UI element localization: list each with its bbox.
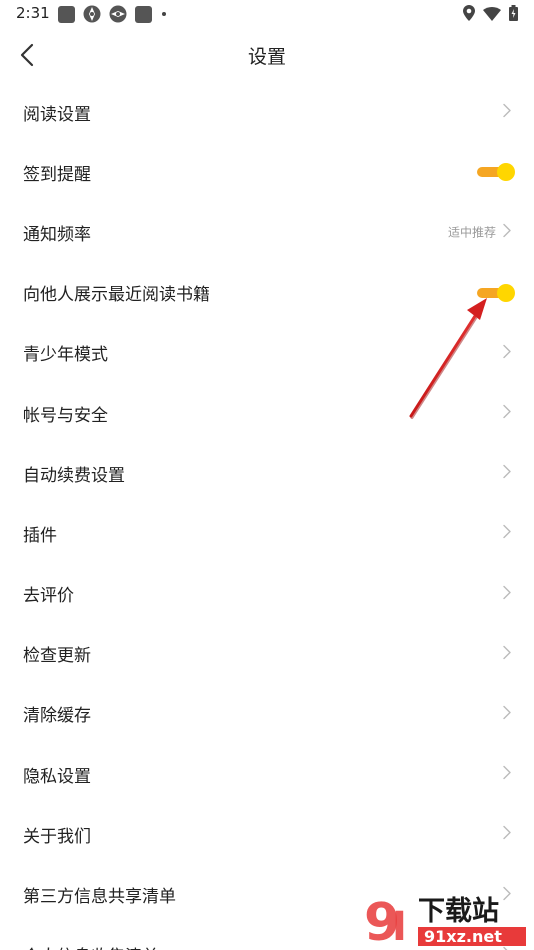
watermark-domain: 91xz.net <box>424 927 502 946</box>
settings-row-label: 签到提醒 <box>23 164 91 185</box>
toggle-knob <box>497 283 515 302</box>
settings-row-label: 青少年模式 <box>23 345 108 366</box>
chevron-right-icon <box>503 464 511 483</box>
svg-text:I: I <box>392 904 407 948</box>
chevron-right-icon <box>503 825 511 844</box>
aperture-icon <box>109 5 127 23</box>
settings-row[interactable]: 去评价 <box>0 564 534 624</box>
chevron-right-icon <box>503 644 511 663</box>
settings-row[interactable]: 通知频率 适中推荐 <box>0 202 534 262</box>
notification-icons <box>58 5 166 23</box>
settings-row-label: 插件 <box>23 525 57 546</box>
settings-row-label: 去评价 <box>23 586 74 607</box>
chevron-right-icon <box>503 584 511 603</box>
settings-screen: 2:31 设置 阅读设置 签到提醒 通知频率 适中推荐 向他人展示最近阅读书籍 … <box>0 0 534 950</box>
toggle-switch[interactable] <box>475 282 515 304</box>
settings-row-label: 通知频率 <box>23 224 91 245</box>
watermark-logo: 9 I 下载站 91xz.net <box>360 890 530 950</box>
settings-row-label: 向他人展示最近阅读书籍 <box>23 285 210 306</box>
page-title: 设置 <box>247 46 286 68</box>
settings-row-label: 帐号与安全 <box>23 405 108 426</box>
settings-row[interactable]: 隐私设置 <box>0 744 534 804</box>
settings-row-value: 适中推荐 <box>447 225 496 240</box>
aperture-icon <box>83 5 101 23</box>
chevron-right-icon <box>503 103 511 122</box>
status-bar: 2:31 <box>0 0 534 28</box>
settings-row[interactable]: 青少年模式 <box>0 323 534 383</box>
settings-row[interactable]: 插件 <box>0 503 534 563</box>
settings-row[interactable]: 自动续费设置 <box>0 443 534 503</box>
settings-row[interactable]: 检查更新 <box>0 624 534 684</box>
chevron-right-icon <box>503 404 511 423</box>
header: 设置 <box>0 28 534 82</box>
settings-row[interactable]: 关于我们 <box>0 804 534 864</box>
settings-row-label: 关于我们 <box>23 826 91 847</box>
settings-row-label: 检查更新 <box>23 646 91 667</box>
chevron-right-icon <box>503 524 511 543</box>
square-icon <box>58 5 75 23</box>
settings-row-label: 阅读设置 <box>23 104 91 125</box>
location-icon <box>463 5 475 25</box>
settings-row-label: 隐私设置 <box>23 766 91 787</box>
dot-icon <box>162 12 166 16</box>
settings-row-label: 自动续费设置 <box>23 465 125 486</box>
system-icons <box>463 5 518 25</box>
toggle-knob <box>497 163 515 182</box>
settings-list: 阅读设置签到提醒通知频率 适中推荐向他人展示最近阅读书籍 青少年模式帐号与安全自动续… <box>0 82 534 950</box>
settings-row-label: 清除缓存 <box>23 706 91 727</box>
toggle-switch[interactable] <box>475 161 515 183</box>
settings-row[interactable]: 向他人展示最近阅读书籍 <box>0 263 534 323</box>
settings-row-label: 个人信息收集清单 <box>23 942 159 950</box>
chevron-right-icon <box>503 223 511 242</box>
settings-row[interactable]: 阅读设置 <box>0 82 534 142</box>
settings-row[interactable]: 签到提醒 <box>0 142 534 202</box>
square-icon <box>135 5 152 23</box>
chevron-right-icon <box>503 343 511 362</box>
battery-icon <box>509 5 518 25</box>
wifi-icon <box>483 6 501 25</box>
watermark-brand: 下载站 <box>418 896 499 927</box>
settings-row-label: 第三方信息共享清单 <box>23 887 176 908</box>
status-time: 2:31 <box>16 4 50 22</box>
settings-row[interactable]: 清除缓存 <box>0 684 534 744</box>
chevron-right-icon <box>503 704 511 723</box>
chevron-right-icon <box>503 765 511 784</box>
settings-row[interactable]: 帐号与安全 <box>0 383 534 443</box>
